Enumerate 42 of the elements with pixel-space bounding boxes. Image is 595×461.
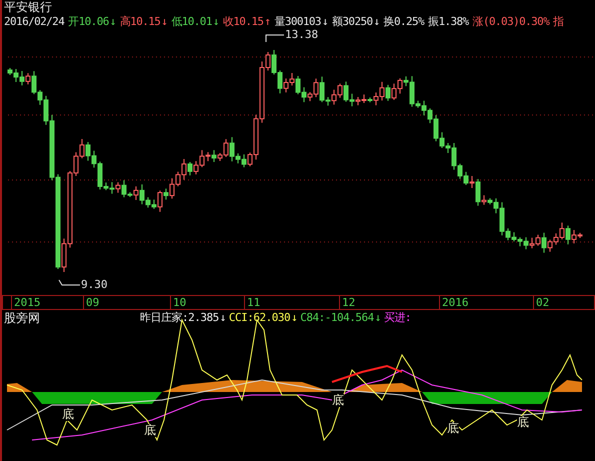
quote-value: 换0.25% <box>384 14 424 29</box>
arrow-icon: ↓ <box>161 14 168 29</box>
indicator-value: CCI:62.030 <box>228 311 290 325</box>
bottom-marker: 底 <box>447 422 459 435</box>
leader-line <box>266 34 284 42</box>
quote-value: 低10.01 <box>171 14 212 29</box>
stock-name: 平安银行 <box>4 0 52 14</box>
quote-value: 2016/02/24 <box>4 14 64 29</box>
quote-value: 指 <box>553 14 564 29</box>
axis-label: 10 <box>170 296 186 309</box>
bottom-marker: 底 <box>517 416 529 429</box>
arrow-icon: ↓ <box>374 311 381 325</box>
quote-value: 涨(0.03)0.30% <box>472 14 550 29</box>
axis-label: 11 <box>244 296 260 309</box>
axis-label: 2015 <box>11 296 40 309</box>
arrow-icon: ↓ <box>374 14 380 29</box>
arrow-icon: ↓ <box>322 14 328 29</box>
arrow-icon: ↓ <box>212 14 219 29</box>
price-label: 13.38 <box>285 29 318 41</box>
bottom-marker: 底 <box>144 424 156 437</box>
quote-value: 额30250 <box>332 14 373 29</box>
indicator-value: C84:-104.564 <box>300 311 374 325</box>
bottom-marker: 底 <box>332 394 344 407</box>
axis-label: 02 <box>533 296 550 309</box>
quote-value: 收10.15 <box>222 14 264 29</box>
arrow-icon: ↓ <box>220 311 226 325</box>
axis-label: 09 <box>83 296 100 309</box>
arrow-icon: ↓ <box>291 311 298 325</box>
price-label: 9.30 <box>81 279 108 291</box>
axis-label: 2016 <box>439 296 468 309</box>
leader-line <box>58 280 80 286</box>
axis-label: 12 <box>339 296 356 309</box>
quote-value: 开10.06 <box>68 14 109 29</box>
indicator-value: 买进: <box>384 311 411 325</box>
arrow-icon: ↓ <box>110 14 116 29</box>
arrow-icon: ↑ <box>264 14 270 29</box>
quote-value: 高10.15 <box>120 14 160 29</box>
quote-value: 量300103 <box>274 14 321 29</box>
indicator-value: 昨日庄家:2.385 <box>140 311 219 325</box>
indicator-name: 股旁网 <box>4 311 40 325</box>
quote-value: 振1.38% <box>428 14 469 29</box>
bottom-marker: 底 <box>62 408 74 421</box>
